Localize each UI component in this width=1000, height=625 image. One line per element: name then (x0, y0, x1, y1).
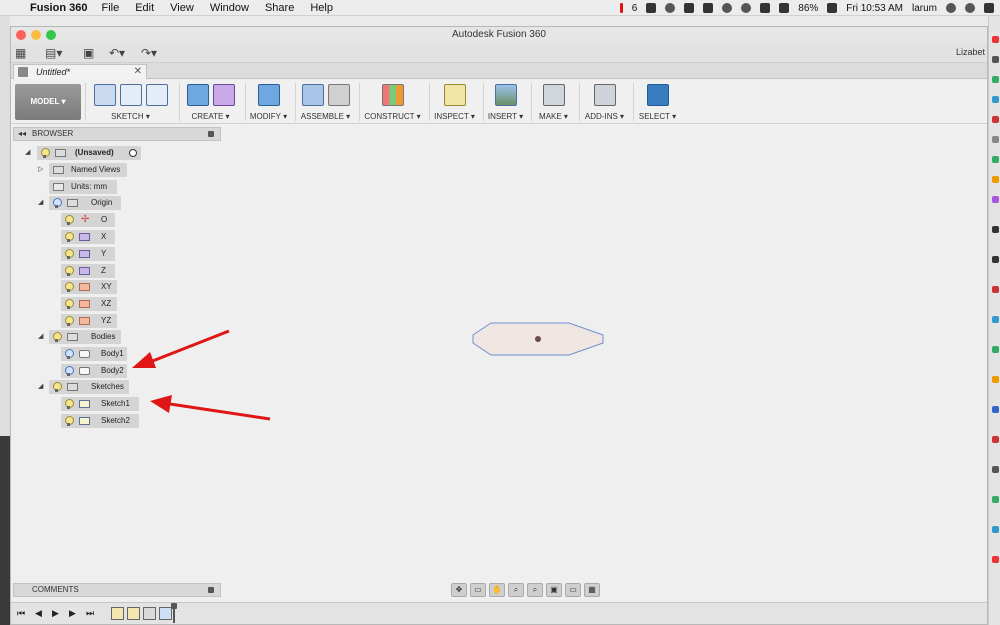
annotation-arrow-body2 (149, 329, 230, 364)
annotation-arrow-sketch1 (169, 402, 271, 421)
annotation-arrowhead-sketch1 (150, 395, 172, 413)
annotation-overlay (132, 329, 271, 421)
screen: Fusion 360 File Edit View Window Share H… (0, 0, 1000, 625)
annotation-arrowhead-body2 (132, 352, 156, 368)
